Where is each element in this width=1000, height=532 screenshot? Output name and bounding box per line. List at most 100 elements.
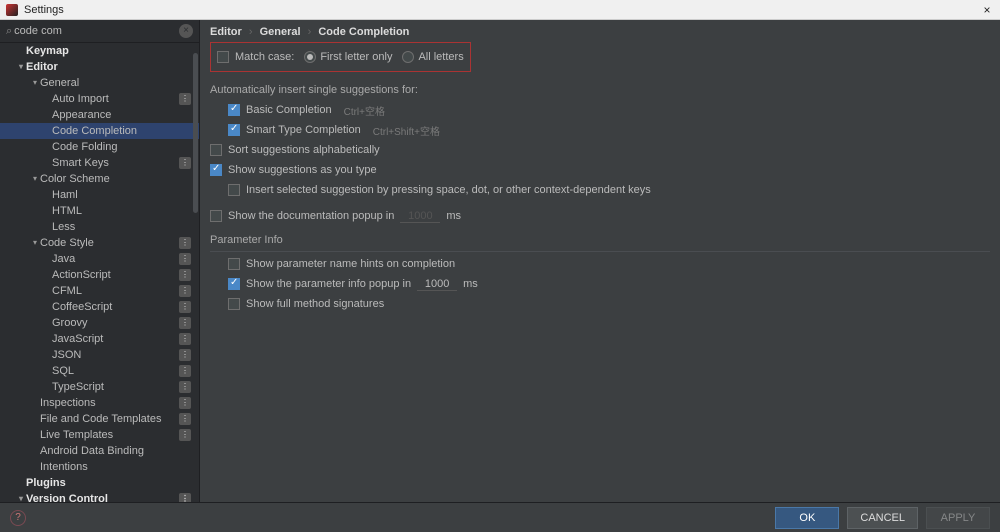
sidebar-item-label: SQL: [52, 363, 179, 379]
first-letter-label: First letter only: [320, 51, 392, 63]
settings-tree[interactable]: Keymap▾Editor▾GeneralAuto Import⋮Appeara…: [0, 43, 199, 502]
sidebar-item-label: JSON: [52, 347, 179, 363]
auto-insert-heading: Automatically insert single suggestions …: [210, 80, 990, 100]
cancel-button[interactable]: CANCEL: [847, 507, 918, 529]
full-sig-label: Show full method signatures: [246, 298, 384, 310]
sidebar-item-smart-keys[interactable]: Smart Keys⋮: [0, 155, 199, 171]
param-info-heading: Parameter Info: [210, 232, 990, 252]
sidebar-item-label: Auto Import: [52, 91, 179, 107]
sidebar-item-label: Inspections: [40, 395, 179, 411]
show-typing-checkbox[interactable]: [210, 164, 222, 176]
all-letters-radio[interactable]: [402, 51, 414, 63]
smart-type-label: Smart Type Completion: [246, 124, 361, 136]
sidebar-item-plugins[interactable]: Plugins: [0, 475, 199, 491]
sidebar-item-code-style[interactable]: ▾Code Style⋮: [0, 235, 199, 251]
search-icon: ⌕: [6, 25, 12, 38]
sidebar-item-java[interactable]: Java⋮: [0, 251, 199, 267]
basic-completion-shortcut: Ctrl+空格: [344, 103, 385, 118]
doc-popup-input[interactable]: [400, 210, 440, 223]
sidebar-item-label: Color Scheme: [40, 171, 191, 187]
first-letter-radio[interactable]: [304, 51, 316, 63]
crumb-editor[interactable]: Editor: [210, 26, 242, 38]
doc-popup-ms: ms: [446, 210, 461, 222]
config-scope-icon: ⋮: [179, 269, 191, 281]
sidebar-item-android-data-binding[interactable]: Android Data Binding: [0, 443, 199, 459]
param-popup-label: Show the parameter info popup in: [246, 278, 411, 290]
window-title: Settings: [24, 4, 980, 16]
doc-popup-checkbox[interactable]: [210, 210, 222, 222]
help-button[interactable]: ?: [10, 510, 26, 526]
config-scope-icon: ⋮: [179, 349, 191, 361]
sidebar-item-javascript[interactable]: JavaScript⋮: [0, 331, 199, 347]
smart-type-checkbox[interactable]: [228, 124, 240, 136]
sidebar-item-label: Appearance: [52, 107, 191, 123]
config-scope-icon: ⋮: [179, 157, 191, 169]
sidebar-item-haml[interactable]: Haml: [0, 187, 199, 203]
sidebar-item-editor[interactable]: ▾Editor: [0, 59, 199, 75]
sidebar-item-label: Plugins: [26, 475, 191, 491]
sidebar-item-label: CoffeeScript: [52, 299, 179, 315]
chevron-icon: ▾: [16, 59, 26, 75]
chevron-icon: ▾: [16, 491, 26, 502]
chevron-icon: ▾: [30, 75, 40, 91]
app-icon: [6, 4, 18, 16]
insert-selected-label: Insert selected suggestion by pressing s…: [246, 184, 651, 196]
param-hints-checkbox[interactable]: [228, 258, 240, 270]
search-input[interactable]: [14, 25, 179, 37]
config-scope-icon: ⋮: [179, 253, 191, 265]
sort-alpha-checkbox[interactable]: [210, 144, 222, 156]
sidebar-item-keymap[interactable]: Keymap: [0, 43, 199, 59]
apply-button[interactable]: APPLY: [926, 507, 990, 529]
sidebar-item-auto-import[interactable]: Auto Import⋮: [0, 91, 199, 107]
sidebar-item-label: Haml: [52, 187, 191, 203]
match-case-highlight: Match case: First letter only All letter…: [210, 42, 471, 72]
config-scope-icon: ⋮: [179, 317, 191, 329]
crumb-general[interactable]: General: [260, 26, 301, 38]
sidebar-item-json[interactable]: JSON⋮: [0, 347, 199, 363]
param-popup-checkbox[interactable]: [228, 278, 240, 290]
config-scope-icon: ⋮: [179, 301, 191, 313]
config-scope-icon: ⋮: [179, 93, 191, 105]
doc-popup-label: Show the documentation popup in: [228, 210, 394, 222]
sidebar-item-intentions[interactable]: Intentions: [0, 459, 199, 475]
sidebar-item-color-scheme[interactable]: ▾Color Scheme: [0, 171, 199, 187]
sidebar-item-label: Java: [52, 251, 179, 267]
sidebar-item-label: TypeScript: [52, 379, 179, 395]
config-scope-icon: ⋮: [179, 237, 191, 249]
sidebar-item-label: Groovy: [52, 315, 179, 331]
sidebar-item-general[interactable]: ▾General: [0, 75, 199, 91]
sidebar-item-appearance[interactable]: Appearance: [0, 107, 199, 123]
basic-completion-checkbox[interactable]: [228, 104, 240, 116]
sidebar-item-actionscript[interactable]: ActionScript⋮: [0, 267, 199, 283]
config-scope-icon: ⋮: [179, 285, 191, 297]
sidebar-item-less[interactable]: Less: [0, 219, 199, 235]
sidebar-item-inspections[interactable]: Inspections⋮: [0, 395, 199, 411]
match-case-checkbox[interactable]: [217, 51, 229, 63]
sidebar-item-label: Android Data Binding: [40, 443, 191, 459]
param-popup-input[interactable]: [417, 278, 457, 291]
config-scope-icon: ⋮: [179, 365, 191, 377]
insert-selected-checkbox[interactable]: [228, 184, 240, 196]
all-letters-label: All letters: [418, 51, 463, 63]
sidebar-item-groovy[interactable]: Groovy⋮: [0, 315, 199, 331]
sidebar-item-coffeescript[interactable]: CoffeeScript⋮: [0, 299, 199, 315]
sidebar-item-cfml[interactable]: CFML⋮: [0, 283, 199, 299]
sidebar-item-sql[interactable]: SQL⋮: [0, 363, 199, 379]
search-wrap: ⌕ ×: [0, 20, 199, 43]
sidebar-item-code-completion[interactable]: Code Completion: [0, 123, 199, 139]
sidebar-item-typescript[interactable]: TypeScript⋮: [0, 379, 199, 395]
sidebar-item-code-folding[interactable]: Code Folding: [0, 139, 199, 155]
crumb-code-completion: Code Completion: [318, 26, 409, 38]
sidebar-item-label: File and Code Templates: [40, 411, 179, 427]
sidebar-item-live-templates[interactable]: Live Templates⋮: [0, 427, 199, 443]
tree-scrollbar[interactable]: [193, 53, 198, 213]
sidebar-item-version-control[interactable]: ▾Version Control⋮: [0, 491, 199, 502]
sidebar-item-html[interactable]: HTML: [0, 203, 199, 219]
config-scope-icon: ⋮: [179, 397, 191, 409]
full-sig-checkbox[interactable]: [228, 298, 240, 310]
sidebar-item-file-and-code-templates[interactable]: File and Code Templates⋮: [0, 411, 199, 427]
clear-search-button[interactable]: ×: [179, 24, 193, 38]
breadcrumb: Editor › General › Code Completion: [200, 20, 1000, 42]
ok-button[interactable]: OK: [775, 507, 839, 529]
window-close-button[interactable]: ×: [980, 3, 994, 17]
